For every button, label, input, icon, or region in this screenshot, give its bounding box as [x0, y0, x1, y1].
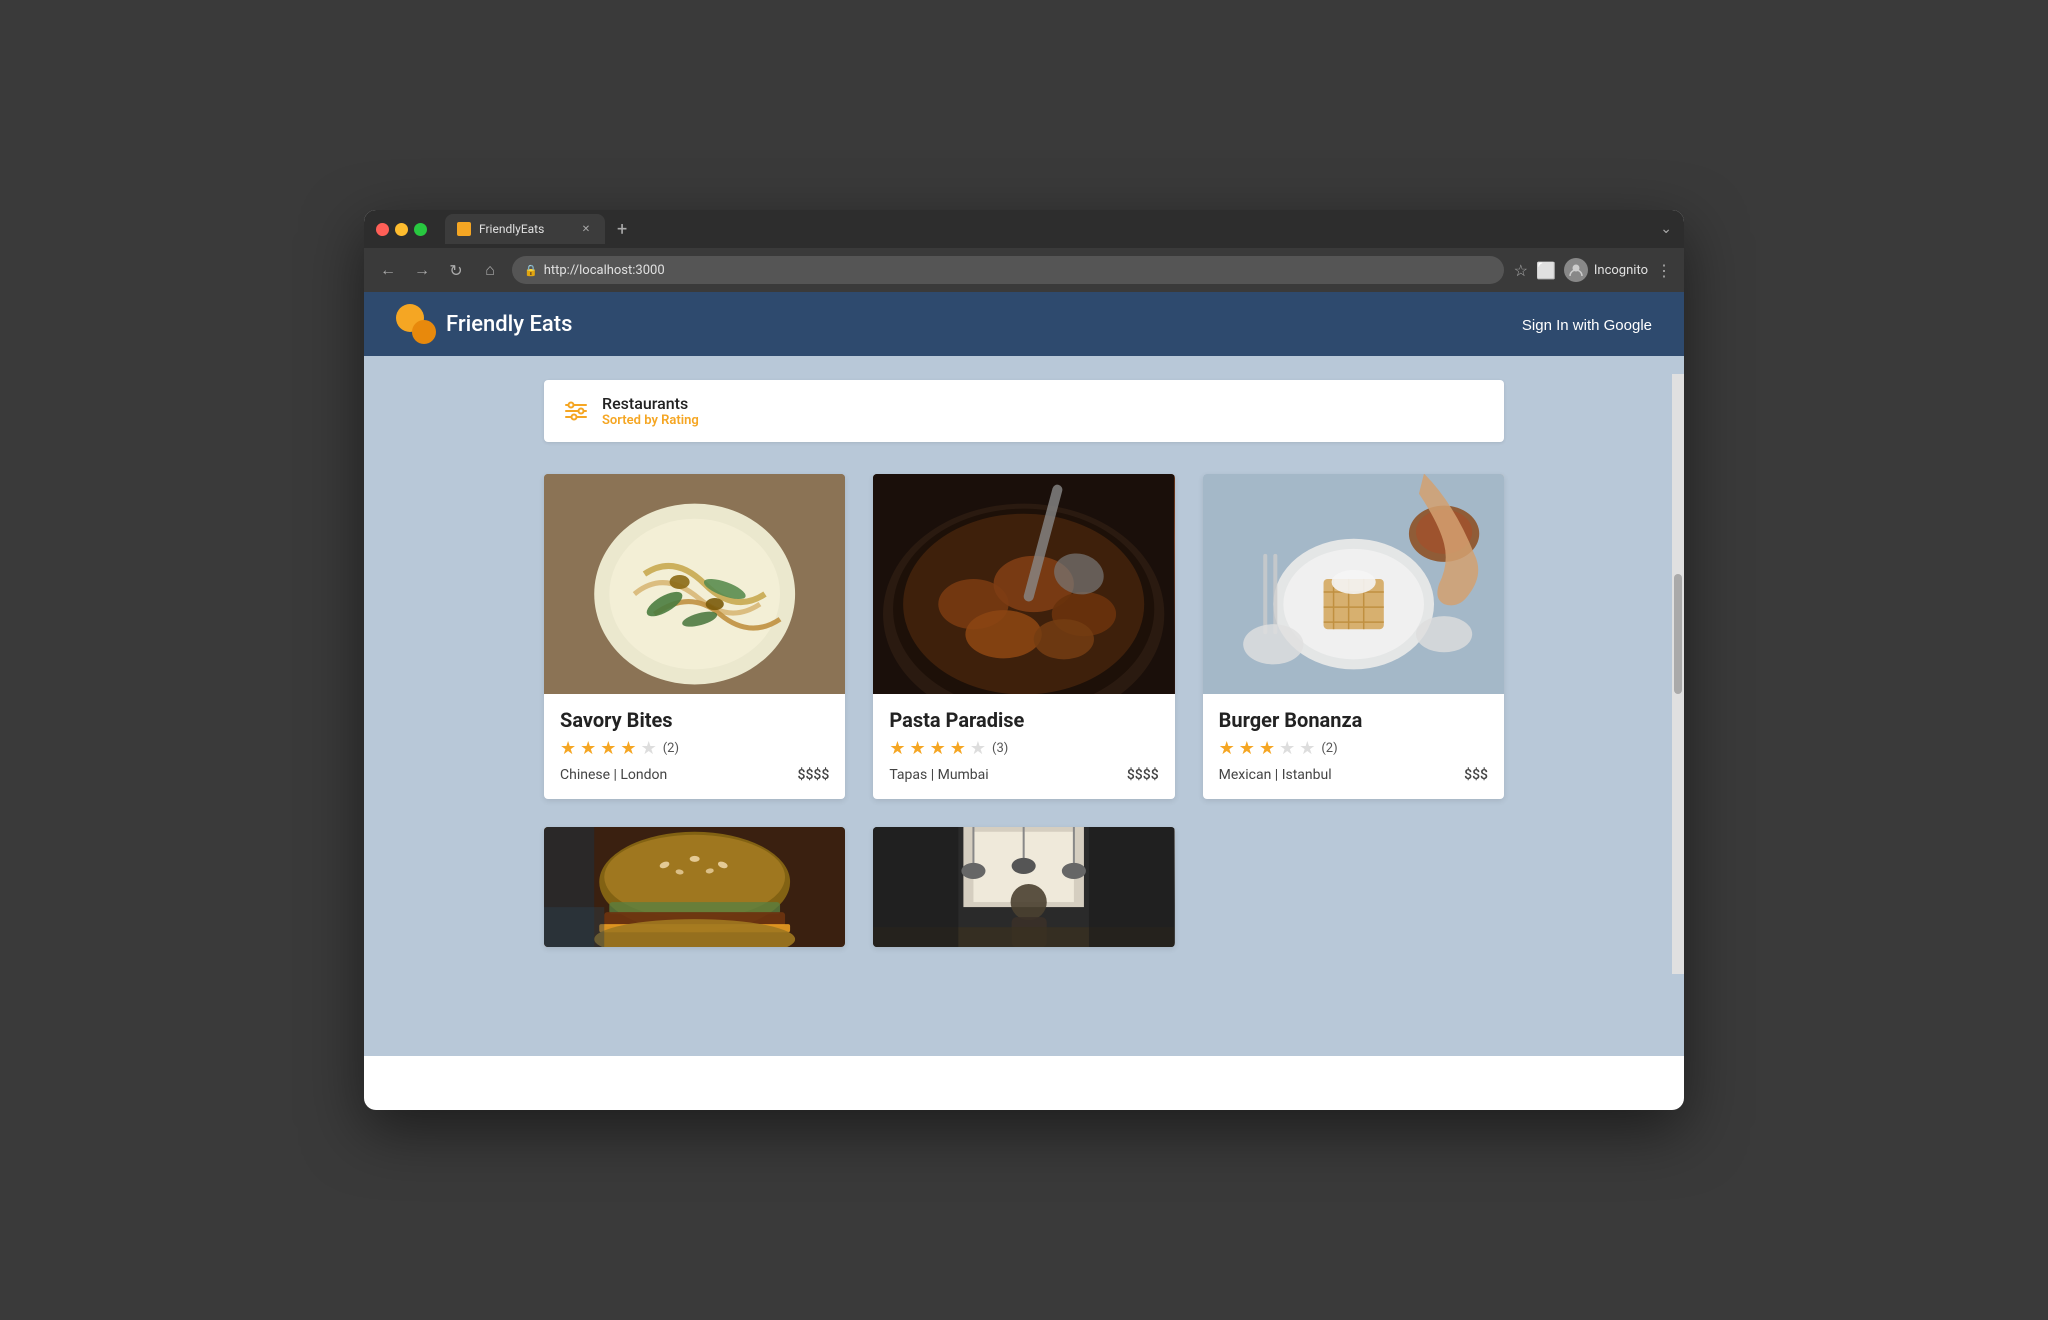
home-button[interactable]: ⌂ [478, 260, 502, 280]
restaurant-image-2 [873, 474, 1174, 694]
logo-circle-secondary [412, 320, 436, 344]
browser-titlebar: FriendlyEats ✕ + ⌄ [364, 210, 1684, 248]
filter-icon [564, 401, 588, 421]
close-button[interactable] [376, 223, 389, 236]
forward-button[interactable]: → [410, 260, 434, 280]
active-tab[interactable]: FriendlyEats ✕ [445, 214, 605, 244]
incognito-label: Incognito [1594, 263, 1648, 278]
star-1-3: ★ [600, 738, 616, 759]
card-info-2: Pasta Paradise ★ ★ ★ ★ ★ (3) Tapas | Mum… [873, 694, 1174, 799]
tab-bar: FriendlyEats ✕ + ⌄ [445, 214, 1672, 244]
browser-window: FriendlyEats ✕ + ⌄ ← → ↻ ⌂ 🔒 http://loca… [364, 210, 1684, 1110]
incognito-button[interactable]: Incognito [1564, 258, 1648, 282]
app-container: Friendly Eats Sign In with Google [364, 292, 1684, 1056]
card-cuisine-3: Mexican | Istanbul [1219, 767, 1332, 783]
tabs-more-button[interactable]: ⌄ [1660, 221, 1672, 237]
card-price-1: $$$$ [798, 767, 830, 783]
star-3-4: ★ [1279, 738, 1295, 759]
filter-title: Restaurants [602, 394, 699, 413]
traffic-lights [376, 223, 427, 236]
star-1-5: ★ [641, 738, 657, 759]
incognito-avatar [1564, 258, 1588, 282]
card-price-3: $$$ [1464, 767, 1488, 783]
restaurant-card-2[interactable]: Pasta Paradise ★ ★ ★ ★ ★ (3) Tapas | Mum… [873, 474, 1174, 799]
star-1-2: ★ [580, 738, 596, 759]
scrollbar-thumb[interactable] [1674, 574, 1682, 694]
restaurant-image-5 [873, 827, 1174, 947]
restaurant-card-1[interactable]: Savory Bites ★ ★ ★ ★ ★ (2) Chinese | Lon… [544, 474, 845, 799]
restaurant-name-2: Pasta Paradise [889, 708, 1158, 732]
star-3-5: ★ [1299, 738, 1315, 759]
address-right-actions: ☆ ⬜ Incognito ⋮ [1514, 258, 1672, 282]
review-count-2: (3) [992, 741, 1008, 756]
tab-favicon [457, 222, 471, 236]
tab-close-button[interactable]: ✕ [579, 222, 593, 236]
star-3-3: ★ [1259, 738, 1275, 759]
card-cuisine-2: Tapas | Mumbai [889, 767, 988, 783]
restaurant-card-3[interactable]: Burger Bonanza ★ ★ ★ ★ ★ (2) Mexican | I… [1203, 474, 1504, 799]
star-2-4: ★ [950, 738, 966, 759]
card-meta-3: Mexican | Istanbul $$$ [1219, 767, 1488, 783]
browser-addressbar: ← → ↻ ⌂ 🔒 http://localhost:3000 ☆ ⬜ Inco… [364, 248, 1684, 292]
filter-text: Restaurants Sorted by Rating [602, 394, 699, 428]
restaurant-grid: Savory Bites ★ ★ ★ ★ ★ (2) Chinese | Lon… [544, 474, 1504, 947]
logo-icon [396, 304, 436, 344]
restaurant-name-1: Savory Bites [560, 708, 829, 732]
restaurant-image-1 [544, 474, 845, 694]
header-right: Sign In with Google [1522, 315, 1652, 334]
lock-icon: 🔒 [524, 264, 538, 277]
maximize-button[interactable] [414, 223, 427, 236]
new-tab-button[interactable]: + [611, 219, 633, 240]
app-logo[interactable]: Friendly Eats [396, 304, 572, 344]
stars-row-1: ★ ★ ★ ★ ★ (2) [560, 738, 829, 759]
card-meta-1: Chinese | London $$$$ [560, 767, 829, 783]
url-text: http://localhost:3000 [544, 263, 665, 278]
card-info-3: Burger Bonanza ★ ★ ★ ★ ★ (2) Mexican | I… [1203, 694, 1504, 799]
star-2-3: ★ [930, 738, 946, 759]
app-title: Friendly Eats [446, 312, 572, 337]
restaurant-card-4[interactable] [544, 827, 845, 947]
card-cuisine-1: Chinese | London [560, 767, 667, 783]
star-3-1: ★ [1219, 738, 1235, 759]
star-2-5: ★ [970, 738, 986, 759]
restaurant-name-3: Burger Bonanza [1219, 708, 1488, 732]
minimize-button[interactable] [395, 223, 408, 236]
bookmark-icon[interactable]: ☆ [1514, 261, 1528, 280]
scrollbar[interactable] [1672, 374, 1684, 974]
back-button[interactable]: ← [376, 260, 400, 280]
stars-row-2: ★ ★ ★ ★ ★ (3) [889, 738, 1158, 759]
star-1-4: ★ [620, 738, 636, 759]
filter-subtitle: Sorted by Rating [602, 413, 699, 428]
sign-in-button[interactable]: Sign In with Google [1522, 317, 1652, 334]
star-2-2: ★ [909, 738, 925, 759]
tab-title: FriendlyEats [479, 222, 544, 236]
address-bar[interactable]: 🔒 http://localhost:3000 [512, 256, 1504, 284]
stars-row-3: ★ ★ ★ ★ ★ (2) [1219, 738, 1488, 759]
review-count-3: (2) [1321, 741, 1337, 756]
star-1-1: ★ [560, 738, 576, 759]
card-meta-2: Tapas | Mumbai $$$$ [889, 767, 1158, 783]
browser-menu-icon[interactable]: ⋮ [1656, 261, 1672, 280]
main-content: Restaurants Sorted by Rating [364, 356, 1684, 1056]
refresh-button[interactable]: ↻ [444, 261, 468, 280]
restaurant-image-3 [1203, 474, 1504, 694]
cast-icon[interactable]: ⬜ [1536, 261, 1556, 280]
star-2-1: ★ [889, 738, 905, 759]
card-price-2: $$$$ [1127, 767, 1159, 783]
app-header: Friendly Eats Sign In with Google [364, 292, 1684, 356]
star-3-2: ★ [1239, 738, 1255, 759]
review-count-1: (2) [663, 741, 679, 756]
filter-bar[interactable]: Restaurants Sorted by Rating [544, 380, 1504, 442]
restaurant-card-5[interactable] [873, 827, 1174, 947]
card-info-1: Savory Bites ★ ★ ★ ★ ★ (2) Chinese | Lon… [544, 694, 845, 799]
restaurant-image-4 [544, 827, 845, 947]
